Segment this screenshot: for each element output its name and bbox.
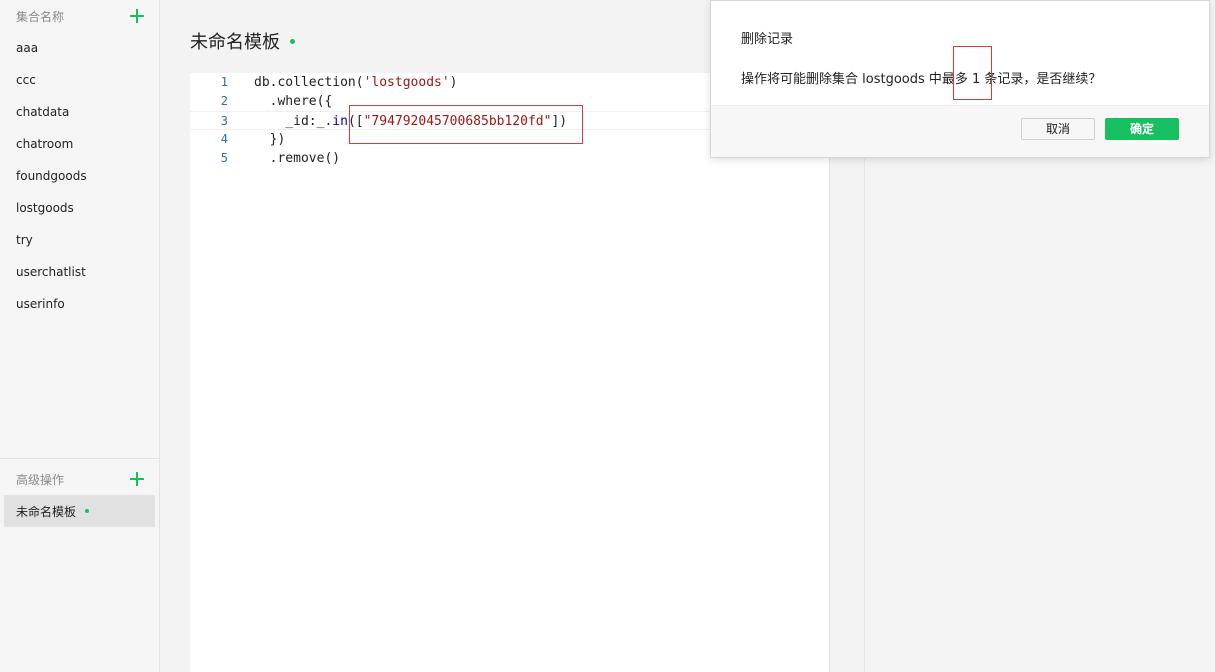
line-number: 1 [220,75,228,89]
page-title: 未命名模板 [190,28,295,54]
collection-item[interactable]: try [0,224,160,256]
unsaved-dot-icon [85,509,90,513]
code-token: }) [254,132,286,147]
collection-item[interactable]: ccc [0,64,160,96]
annotation-box-count [953,46,992,100]
line-number: 5 [220,151,228,165]
collections-header: 集合名称 [0,0,160,32]
collection-item[interactable]: chatroom [0,128,160,160]
collection-item[interactable]: userchatlist [0,256,160,288]
code-text: }) [254,130,286,149]
advanced-header: 高级操作 [0,463,160,495]
collections-header-label: 集合名称 [16,9,65,24]
page-title-text: 未命名模板 [190,32,280,53]
code-token: .where({ [254,94,333,109]
line-number: 4 [220,132,228,146]
collection-item[interactable]: aaa [0,32,160,64]
template-item-active[interactable]: 未命名模板 [4,495,155,527]
sidebar-divider [0,458,160,459]
line-number: 2 [220,94,228,108]
app-root: 集合名称 aaa ccc chatdata chatroom foundgoods los… [0,0,1215,672]
collection-item[interactable]: chatdata [0,96,160,128]
code-token: ) [449,75,458,90]
advanced-header-label: 高级操作 [16,472,65,487]
dialog-footer: 取消 确定 [711,105,1209,157]
collection-item[interactable]: lostgoods [0,192,160,224]
code-token: db.collection( [254,75,364,90]
unsaved-dot-icon [290,38,295,44]
code-token: 'lostgoods' [363,75,450,90]
template-item-label: 未命名模板 [16,504,77,519]
code-token: _id:_. [254,114,333,129]
collection-list: aaa ccc chatdata chatroom foundgoods lostgood… [0,32,160,320]
dialog-title: 删除记录 [741,32,794,47]
sidebar: 集合名称 aaa ccc chatdata chatroom foundgoods los… [0,0,160,672]
code-token: .remove() [254,151,341,166]
code-text: .where({ [254,92,333,111]
annotation-box-id [349,105,583,144]
collection-item[interactable]: userinfo [0,288,160,320]
confirm-button[interactable]: 确定 [1105,118,1179,140]
collection-item[interactable]: foundgoods [0,160,160,192]
code-text: .remove() [254,149,340,168]
add-collection-plus-icon[interactable] [130,9,144,23]
cancel-button[interactable]: 取消 [1021,118,1095,140]
code-token: in [332,114,348,129]
line-number: 3 [220,114,228,128]
code-editor[interactable]: 1 db.collection('lostgoods') 2 .where({ 3 _… [190,73,830,672]
add-template-plus-icon[interactable] [130,472,144,486]
code-text: db.collection('lostgoods') [254,73,458,92]
dialog-message: 操作将可能删除集合 lostgoods 中最多 1 条记录，是否继续？ [741,72,1102,87]
